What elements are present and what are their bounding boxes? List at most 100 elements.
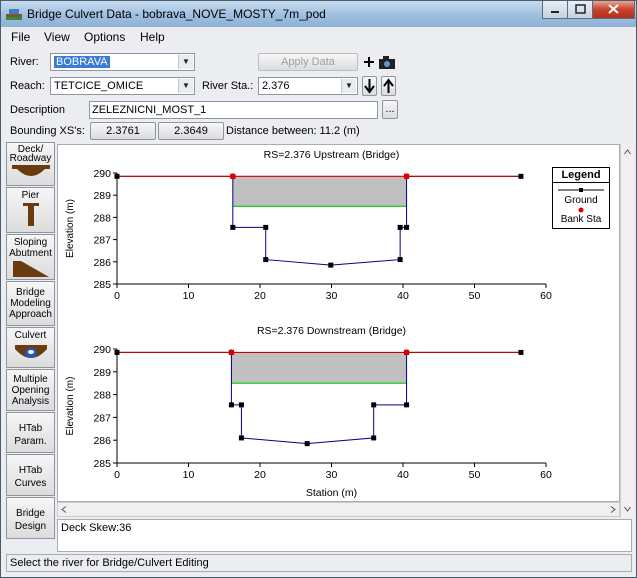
y-tick-label: 289 [93, 367, 111, 379]
x-tick-label: 10 [183, 290, 195, 302]
y-tick-label: 285 [93, 458, 111, 470]
y-axis-label: Elevation (m) [65, 199, 76, 258]
status-bar: Select the river for Bridge/Culvert Edit… [6, 554, 632, 572]
reach-value: TETCICE_OMICE [54, 80, 144, 92]
htab-param-button[interactable]: HTab Param. [6, 412, 55, 453]
y-tick-label: 286 [93, 257, 111, 269]
deck-icon [11, 165, 50, 176]
prev-station-button[interactable] [381, 76, 396, 96]
x-tick-label: 40 [397, 469, 409, 481]
sloping-abutment-label: Sloping Abutment [9, 237, 52, 259]
downstream-xs-button[interactable]: 2.3649 [158, 122, 224, 140]
htab-curves-button[interactable]: HTab Curves [6, 454, 55, 496]
multiple-opening-analysis-button[interactable]: Multiple Opening Analysis [6, 369, 55, 411]
description-field[interactable]: ZELEZNICNI_MOST_1 [89, 101, 378, 119]
horizontal-scrollbar[interactable] [57, 502, 620, 517]
x-tick-label: 0 [114, 469, 120, 481]
next-station-button[interactable] [362, 76, 377, 96]
chart-1: RS=2.376 Downstream (Bridge) 0 10 20 30 40 50 6… [65, 325, 552, 499]
legend-ground-label: Ground [564, 195, 598, 206]
river-value: BOBRAVA [54, 56, 110, 68]
bridge-modeling-label: Bridge Modeling Approach [9, 287, 52, 320]
y-tick-label: 288 [93, 390, 111, 402]
chart-title: RS=2.376 Downstream (Bridge) [257, 325, 406, 337]
vertical-scrollbar[interactable] [620, 144, 634, 517]
bank-station-point [403, 173, 410, 180]
window-title: Bridge Culvert Data - bobrava_NOVE_MOSTY… [27, 7, 326, 21]
description-more-button[interactable]: ... [382, 100, 398, 119]
x-axis-label: Station (m) [306, 487, 357, 499]
chevron-down-icon: ▼ [341, 79, 356, 93]
menu-file[interactable]: File [11, 30, 30, 44]
culvert-button[interactable]: Culvert [6, 327, 55, 368]
htab-param-label: HTab Param. [14, 423, 47, 447]
river-sta-select[interactable]: 2.376 ▼ [258, 77, 358, 95]
culvert-icon [14, 345, 47, 358]
distance-between: Distance between: 11.2 (m) [226, 125, 360, 137]
ground-point [263, 224, 269, 230]
maximize-button[interactable] [567, 1, 593, 19]
y-tick-label: 290 [93, 344, 111, 356]
arrow-up-icon [383, 78, 394, 93]
camera-button[interactable] [377, 53, 397, 71]
plus-icon [364, 57, 374, 67]
x-tick-label: 10 [183, 469, 195, 481]
ground-point [371, 402, 377, 408]
app-icon [6, 9, 22, 20]
ground-point [371, 435, 377, 441]
y-tick-label: 288 [93, 212, 111, 224]
arrow-down-icon [364, 79, 375, 94]
x-tick-label: 0 [114, 290, 120, 302]
add-button[interactable] [362, 53, 376, 71]
ground-point [397, 257, 403, 263]
upstream-xs-button[interactable]: 2.3761 [90, 122, 156, 140]
ground-point [304, 441, 310, 447]
ground-point [238, 402, 244, 408]
minimize-button[interactable] [542, 1, 568, 19]
deck-roadway-label: Deck/ Roadway [9, 144, 52, 164]
pier-icon [22, 203, 39, 226]
ground-point [263, 257, 269, 263]
title-bar: Bridge Culvert Data - bobrava_NOVE_MOSTY… [1, 1, 636, 27]
x-tick-label: 20 [254, 290, 266, 302]
chevron-down-icon: ▼ [178, 55, 193, 69]
x-tick-label: 60 [540, 469, 552, 481]
deck-roadway-button[interactable]: Deck/ Roadway [6, 142, 55, 186]
ground-point [518, 173, 524, 179]
close-button[interactable] [592, 1, 635, 19]
multiple-opening-label: Multiple Opening Analysis [11, 374, 50, 407]
ground-point [230, 224, 236, 230]
bridge-modeling-approach-button[interactable]: Bridge Modeling Approach [6, 281, 55, 326]
menu-help[interactable]: Help [140, 30, 165, 44]
apply-data-button[interactable]: Apply Data [258, 53, 358, 71]
ground-point [228, 402, 234, 408]
bank-station-point [228, 349, 235, 356]
abutment-icon [12, 261, 49, 277]
bank-station-point [403, 349, 410, 356]
menu-view[interactable]: View [44, 30, 70, 44]
river-select[interactable]: BOBRAVA ▼ [50, 53, 195, 71]
ground-point [397, 224, 403, 230]
legend-ground-swatch [558, 188, 604, 192]
chevron-down-icon: ▼ [178, 79, 193, 93]
bridge-design-label: Bridge Design [14, 508, 47, 532]
description-value: ZELEZNICNI_MOST_1 [92, 104, 207, 116]
reach-select[interactable]: TETCICE_OMICE ▼ [50, 77, 195, 95]
bridge-design-button[interactable]: Bridge Design [6, 497, 55, 539]
htab-curves-label: HTab Curves [14, 465, 47, 489]
y-tick-label: 287 [93, 412, 111, 424]
deck-fill [231, 352, 407, 384]
ground-point [238, 435, 244, 441]
bank-station-point [229, 173, 236, 180]
menu-options[interactable]: Options [84, 30, 125, 44]
y-tick-label: 287 [93, 235, 111, 247]
description-label: Description [10, 104, 66, 116]
pier-button[interactable]: Pier [6, 187, 55, 233]
river-sta-label: River Sta.: [202, 80, 254, 92]
menu-bar: File View Options Help [1, 28, 636, 46]
sloping-abutment-button[interactable]: Sloping Abutment [6, 234, 55, 280]
legend-bank-label: Bank Sta [560, 214, 602, 225]
x-tick-label: 30 [326, 290, 338, 302]
ground-point [404, 402, 410, 408]
scroll-left-icon [61, 506, 67, 513]
